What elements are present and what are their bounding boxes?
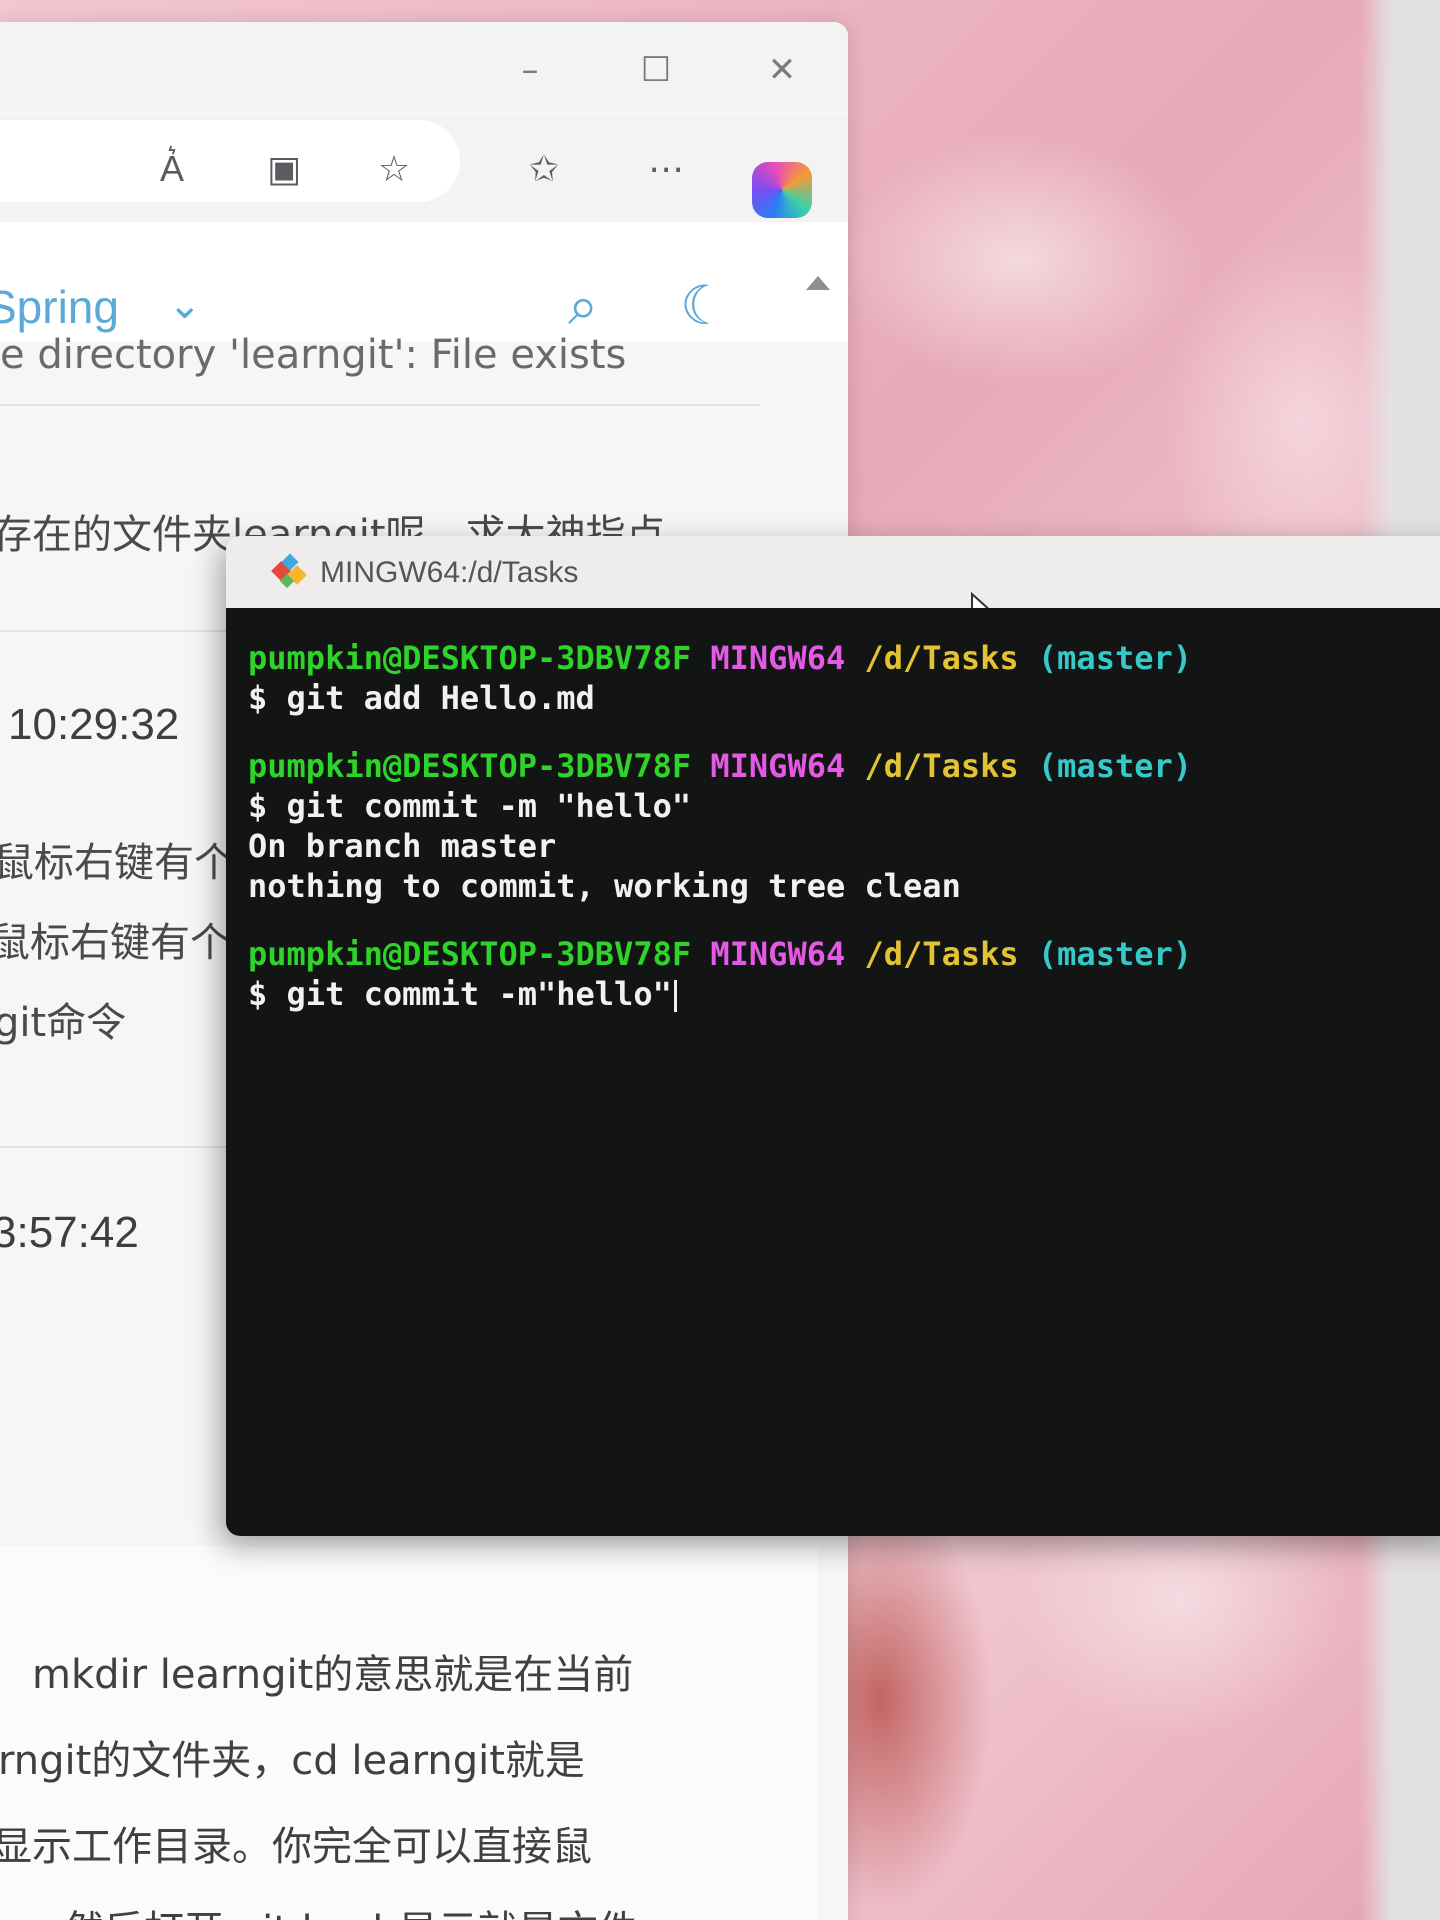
prompt-path: /d/Tasks (864, 639, 1019, 677)
terminal-titlebar[interactable]: MINGW64:/d/Tasks (226, 536, 1440, 644)
prompt-path: /d/Tasks (864, 747, 1019, 785)
search-icon[interactable]: ⌕ (568, 274, 598, 338)
terminal-output[interactable]: pumpkin@DESKTOP-3DBV78F MINGW64 /d/Tasks… (226, 608, 1440, 1536)
reply-block: mkdir learngit的意思就是在当前 rngit的文件夹，cd lear… (0, 1546, 818, 1920)
answer-timestamp: 3:57:42 (0, 1208, 139, 1257)
immersive-reader-icon[interactable]: ▣ (258, 144, 310, 196)
answer-timestamp: 10:29:32 (8, 700, 180, 749)
output-line: On branch master (248, 827, 557, 865)
reply-line: rngit的文件夹，cd learngit就是 (0, 1738, 585, 1784)
site-brand[interactable]: Spring (0, 280, 119, 334)
scroll-up-arrow[interactable] (806, 276, 830, 290)
favorite-star-icon[interactable]: ☆ (368, 144, 420, 196)
prompt-branch: (master) (1037, 747, 1193, 785)
close-icon[interactable]: ✕ (762, 50, 802, 90)
prompt-user: pumpkin@DESKTOP-3DBV78F (248, 935, 692, 973)
divider (0, 404, 760, 406)
reply-line: mkdir learngit的意思就是在当前 (32, 1652, 634, 1698)
prompt-system: MINGW64 (710, 747, 846, 785)
browser-titlebar: – ☐ ✕ (0, 22, 848, 112)
prompt-user: pumpkin@DESKTOP-3DBV78F (248, 639, 692, 677)
prompt-user: pumpkin@DESKTOP-3DBV78F (248, 747, 692, 785)
terminal-window: MINGW64:/d/Tasks pumpkin@DESKTOP-3DBV78F… (226, 536, 1440, 1536)
git-bash-logo-icon (271, 553, 307, 589)
maximize-icon[interactable]: ☐ (636, 50, 676, 90)
prompt-path: /d/Tasks (864, 935, 1019, 973)
reply-line: 显示工作目录。你完全可以直接鼠 (0, 1824, 592, 1870)
answer-line: 鼠标右键有个 (0, 920, 230, 966)
prompt-branch: (master) (1037, 935, 1193, 973)
command-line: $ git add Hello.md (248, 679, 595, 717)
prompt-line: pumpkin@DESKTOP-3DBV78F MINGW64 /d/Tasks… (248, 746, 1440, 786)
minimize-icon[interactable]: – (510, 50, 550, 90)
read-aloud-icon[interactable]: A͛ (146, 144, 198, 196)
reply-line: 然后打开 git bash显示就是文件 (64, 1898, 638, 1920)
dark-mode-icon[interactable]: ☾ (680, 274, 728, 337)
current-command: $ git commit -m"hello" (248, 975, 672, 1013)
prompt-line: pumpkin@DESKTOP-3DBV78F MINGW64 /d/Tasks… (248, 638, 1440, 678)
command-input-line[interactable]: $ git commit -m"hello" (248, 974, 1440, 1014)
answer-line: 鼠标右键有个 (0, 840, 234, 886)
more-icon[interactable]: ⋯ (640, 144, 692, 196)
favorites-list-icon[interactable]: ✩ (518, 144, 570, 196)
error-line: e directory 'learngit': File exists (0, 332, 627, 378)
chevron-down-icon[interactable]: ⌄ (168, 282, 202, 328)
terminal-title: MINGW64:/d/Tasks (320, 556, 579, 589)
prompt-branch: (master) (1037, 639, 1193, 677)
text-caret (673, 980, 677, 1012)
output-line: nothing to commit, working tree clean (248, 867, 961, 905)
site-header: Spring ⌄ ⌕ ☾ (0, 222, 848, 342)
prompt-system: MINGW64 (710, 935, 846, 973)
command-line: $ git commit -m "hello" (248, 787, 692, 825)
prompt-line: pumpkin@DESKTOP-3DBV78F MINGW64 /d/Tasks… (248, 934, 1440, 974)
prompt-system: MINGW64 (710, 639, 846, 677)
answer-line: git命令 (0, 1000, 127, 1046)
copilot-icon[interactable] (752, 162, 812, 218)
